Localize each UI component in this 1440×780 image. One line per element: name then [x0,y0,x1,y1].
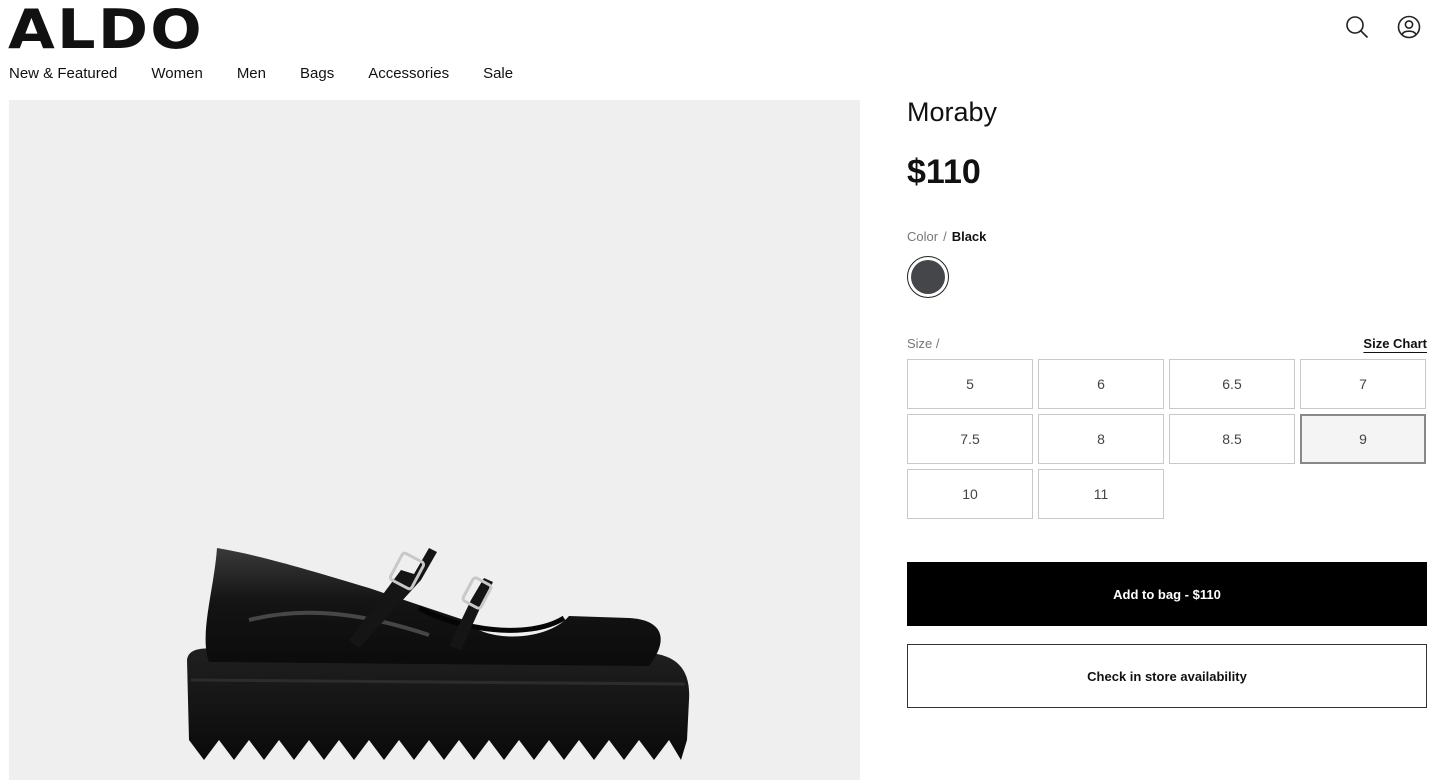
size-option[interactable]: 8.5 [1169,414,1295,464]
product-image[interactable] [9,100,860,780]
size-option[interactable]: 6 [1038,359,1164,409]
size-option[interactable]: 10 [907,469,1033,519]
main-nav: New & Featured Women Men Bags Accessorie… [9,64,547,84]
nav-sale[interactable]: Sale [483,64,513,84]
size-grid: 5 6 6.5 7 7.5 8 8.5 9 10 11 [907,359,1427,519]
header-icons [1342,12,1424,42]
account-icon[interactable] [1394,12,1424,42]
product-title: Moraby [907,97,998,127]
product-price: $110 [907,153,981,191]
size-header: Size / Size Chart [907,335,1427,353]
size-option[interactable]: 8 [1038,414,1164,464]
color-swatch-black[interactable] [907,256,949,298]
product-panel: Moraby $110 Color / Black Size / Size Char… [907,94,1427,708]
color-separator: / [943,229,947,244]
add-to-bag-button[interactable]: Add to bag - $110 [907,562,1427,626]
size-option[interactable]: 6.5 [1169,359,1295,409]
nav-accessories[interactable]: Accessories [368,64,449,84]
size-option[interactable]: 11 [1038,469,1164,519]
color-value: Black [951,229,987,244]
size-option-selected[interactable]: 9 [1300,414,1426,464]
size-option[interactable]: 5 [907,359,1033,409]
size-chart-link[interactable]: Size Chart [1363,335,1427,353]
color-row: Color / Black [907,228,1427,246]
size-label: Size / [907,336,940,351]
nav-new-featured[interactable]: New & Featured [9,64,117,84]
size-option[interactable]: 7.5 [907,414,1033,464]
search-icon[interactable] [1342,12,1372,42]
aldo-logo[interactable]: ALDO [8,2,204,58]
nav-men[interactable]: Men [237,64,266,84]
swatch-fill [911,260,945,294]
check-store-availability-button[interactable]: Check in store availability [907,644,1427,708]
color-label: Color [907,229,939,244]
size-option[interactable]: 7 [1300,359,1426,409]
nav-women[interactable]: Women [151,64,202,84]
shoe-illustration [187,548,690,760]
nav-bags[interactable]: Bags [300,64,334,84]
